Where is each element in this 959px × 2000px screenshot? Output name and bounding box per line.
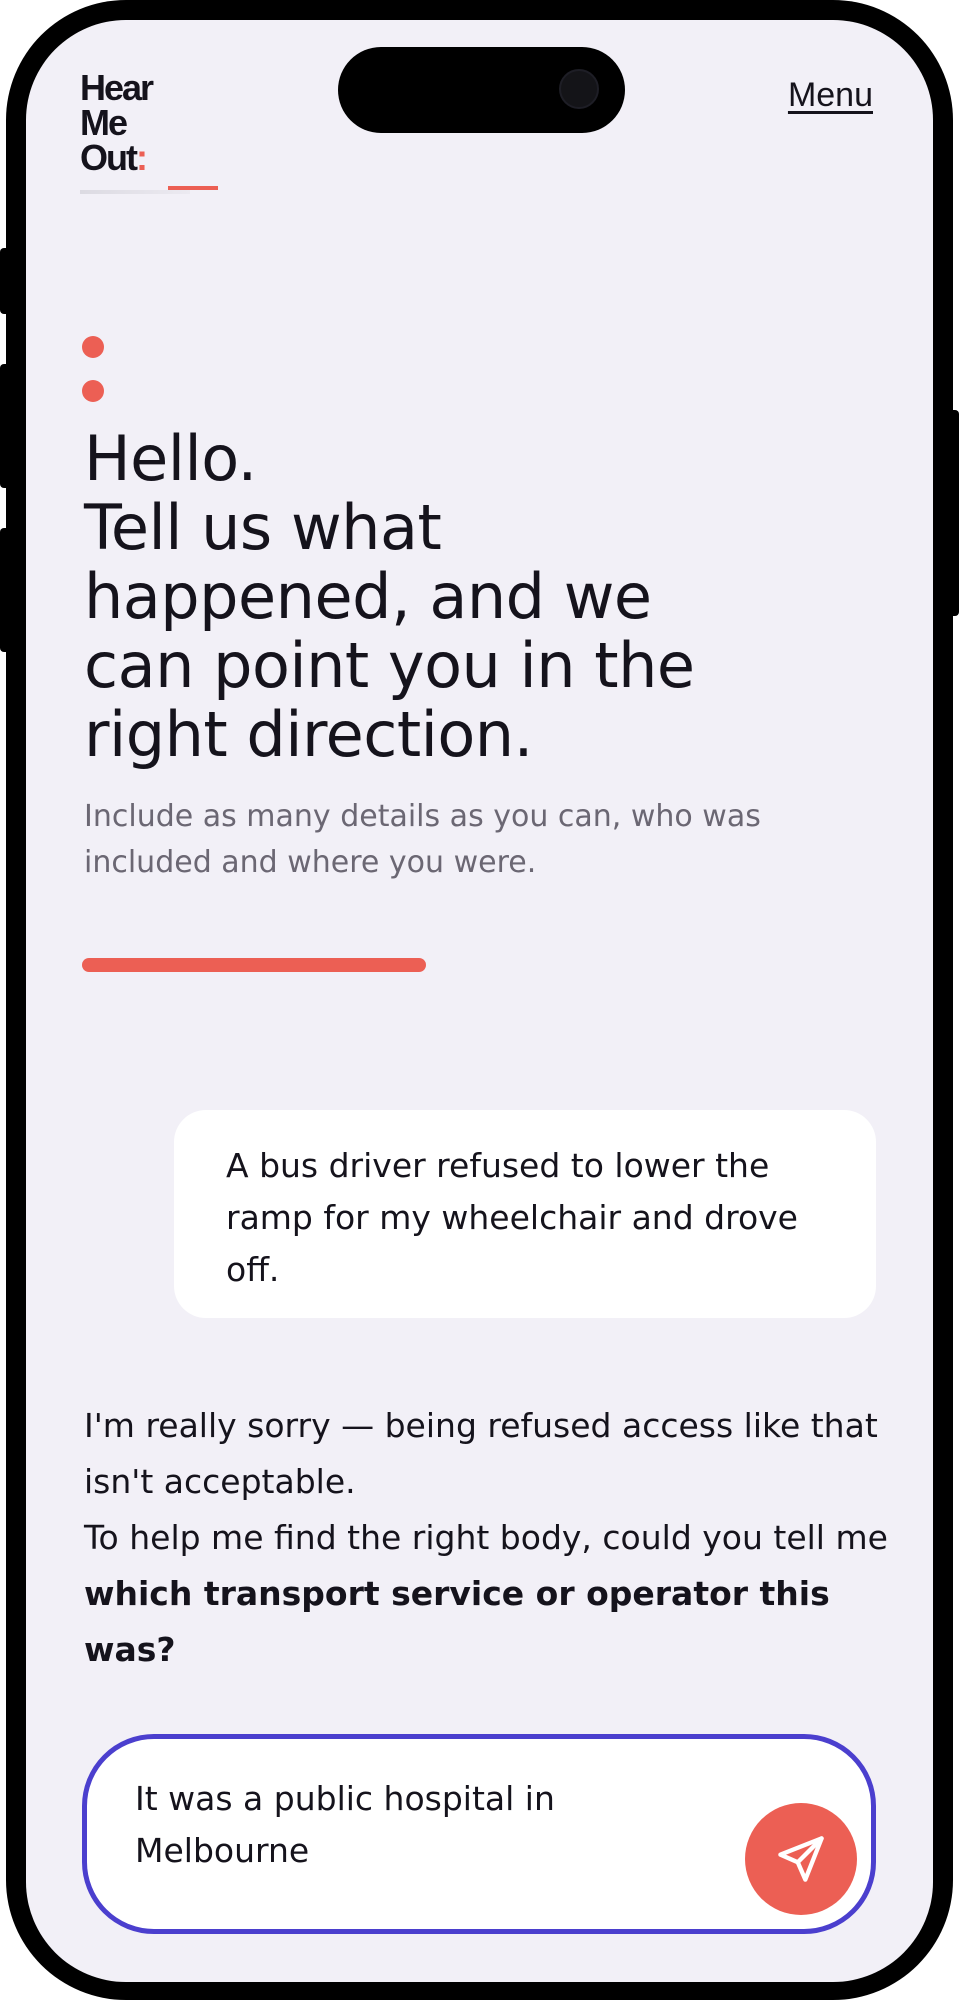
- volume-down-button: [0, 528, 10, 652]
- logo-colon: :: [135, 137, 148, 178]
- page-headline: Hello. Tell us what happened, and we can…: [84, 424, 904, 769]
- intro-subtext: Include as many details as you can, who …: [84, 799, 761, 880]
- logo-word-out-text: Out: [80, 137, 138, 178]
- assistant-question-emphasis: which transport service or operator this…: [84, 1574, 830, 1669]
- send-paper-plane-icon: [778, 1836, 824, 1882]
- volume-up-button: [0, 364, 10, 488]
- action-button: [0, 248, 10, 314]
- hear-me-out-logo[interactable]: Hear Me Out:: [80, 70, 230, 190]
- menu-link[interactable]: Menu: [788, 76, 873, 115]
- send-button[interactable]: [745, 1803, 857, 1915]
- assistant-question-prefix: To help me find the right body, could yo…: [84, 1518, 888, 1557]
- message-input[interactable]: It was a public hospital in Melbourne: [135, 1773, 695, 1877]
- accent-dots-icon: [82, 336, 106, 404]
- headline-line-5: right direction.: [84, 698, 533, 771]
- camera-lens-icon: [559, 69, 599, 109]
- user-message-bubble: A bus driver refused to lower the ramp f…: [174, 1110, 876, 1318]
- headline-greeting: Hello.: [84, 422, 257, 495]
- message-composer[interactable]: It was a public hospital in Melbourne: [82, 1734, 876, 1934]
- logo-reflection: [80, 190, 190, 194]
- assistant-message-line-2: To help me find the right body, could yo…: [84, 1510, 890, 1678]
- app-screen: Hear Me Out: Menu Hello. Tell us what ha…: [26, 20, 933, 1982]
- logo-word-me: Me: [80, 102, 128, 143]
- dynamic-island: [338, 47, 625, 133]
- logo-word-out: Out:: [80, 137, 230, 178]
- assistant-message: I'm really sorry — being refused access …: [84, 1398, 890, 1678]
- power-button: [949, 410, 959, 616]
- logo-word-hear: Hear: [80, 67, 154, 108]
- assistant-message-line-1: I'm really sorry — being refused access …: [84, 1406, 878, 1501]
- headline-line-3: happened, and we: [84, 560, 652, 633]
- accent-dot-top: [82, 336, 104, 358]
- progress-bar: [82, 958, 426, 972]
- accent-dot-bottom: [82, 380, 104, 402]
- headline-line-4: can point you in the: [84, 629, 695, 702]
- headline-line-2: Tell us what: [84, 491, 442, 564]
